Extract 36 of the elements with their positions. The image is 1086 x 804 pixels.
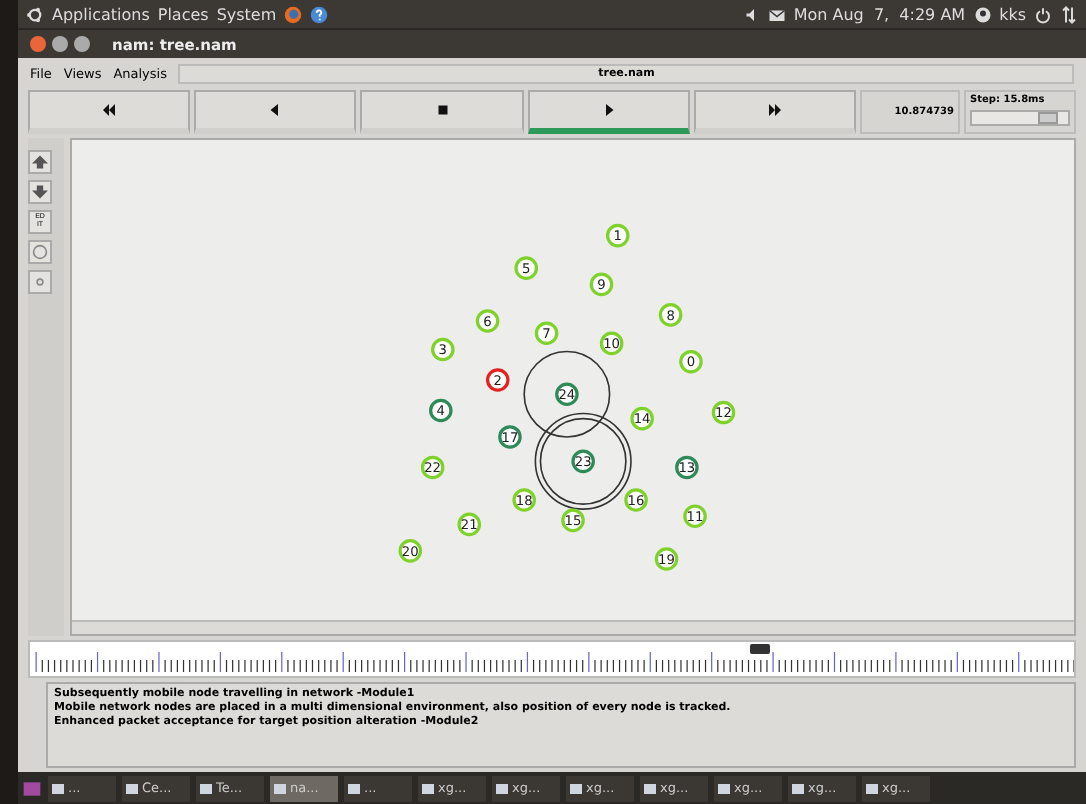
panel-menu[interactable]: Places	[157, 5, 209, 23]
horizontal-scrollbar[interactable]	[72, 620, 1074, 634]
slider-thumb[interactable]	[1038, 112, 1059, 124]
dot-button[interactable]	[28, 270, 52, 294]
zoom-in-icon	[30, 154, 50, 170]
desktop-icon[interactable]	[22, 779, 42, 797]
range-circle	[534, 412, 632, 510]
zoom-out-button[interactable]	[28, 180, 52, 204]
power-icon[interactable]	[1034, 5, 1052, 23]
time-marker[interactable]	[750, 644, 771, 654]
user-name[interactable]: kks	[999, 5, 1026, 23]
help-icon[interactable]	[310, 5, 329, 23]
circle-button[interactable]	[28, 240, 52, 264]
zoom-out-icon	[30, 184, 50, 200]
browser-icon[interactable]	[284, 5, 303, 23]
user-icon[interactable]	[973, 5, 992, 23]
timeline[interactable]	[28, 640, 1076, 678]
fast-forward-icon	[765, 104, 784, 116]
playback-button[interactable]	[527, 90, 690, 134]
panel-menu[interactable]: Applications	[52, 5, 150, 23]
close-button[interactable]	[30, 36, 46, 52]
network-icon[interactable]	[1060, 5, 1078, 23]
mail-icon[interactable]	[767, 5, 786, 23]
zoom-in-button[interactable]	[28, 150, 52, 174]
clock[interactable]: Mon Aug 7, 4:29 AM	[793, 5, 966, 23]
minimize-button[interactable]	[52, 36, 68, 52]
stop-icon	[433, 104, 451, 116]
rewind-icon	[100, 104, 119, 116]
ubuntu-logo-icon[interactable]	[26, 5, 44, 23]
maximize-button[interactable]	[74, 36, 90, 52]
range-circle	[523, 350, 611, 438]
circle-icon	[30, 244, 50, 260]
panel-menu[interactable]: System	[216, 5, 277, 23]
step-slider[interactable]	[970, 110, 1071, 126]
dot-icon	[30, 274, 50, 290]
speaker-icon[interactable]	[741, 5, 760, 23]
